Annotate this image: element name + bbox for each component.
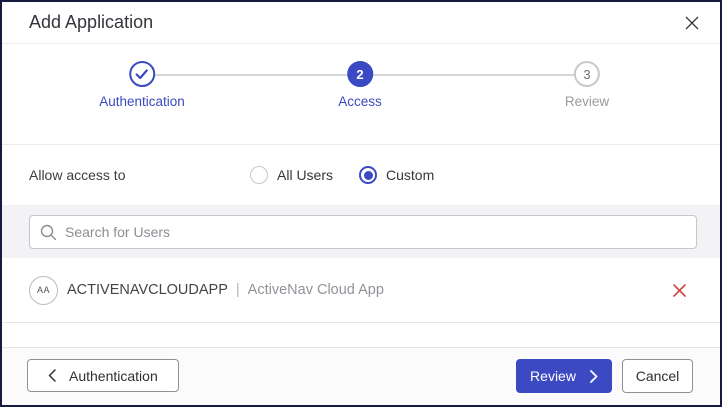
radio-custom-label: Custom	[386, 167, 435, 183]
close-button[interactable]	[680, 11, 704, 35]
dialog-footer: Authentication Review Cancel	[2, 347, 720, 405]
allow-access-row: Allow access to All Users Custom	[2, 145, 720, 205]
step-review[interactable]: 3 Review	[565, 61, 609, 109]
dialog-title: Add Application	[29, 12, 154, 32]
review-button[interactable]: Review	[516, 359, 612, 393]
add-application-dialog: Add Application Authentication 2 Access …	[0, 0, 722, 407]
step-access[interactable]: 2 Access	[338, 61, 382, 109]
step-number-indicator: 3	[573, 61, 600, 87]
step-number-indicator: 2	[346, 61, 373, 87]
stepper: Authentication 2 Access 3 Review	[2, 44, 720, 145]
access-radio-group: All Users Custom	[250, 166, 434, 184]
remove-x-icon	[672, 283, 686, 297]
user-list-item: AA ACTIVENAVCLOUDAPP | ActiveNav Cloud A…	[2, 258, 720, 323]
user-name: ACTIVENAVCLOUDAPP	[67, 282, 228, 298]
back-authentication-button[interactable]: Authentication	[27, 359, 179, 392]
check-icon	[135, 68, 149, 80]
radio-custom[interactable]: Custom	[359, 166, 434, 184]
step-label-review: Review	[564, 94, 610, 109]
step-completed-indicator	[129, 61, 155, 87]
search-input[interactable]	[65, 224, 686, 240]
cancel-button[interactable]: Cancel	[622, 359, 693, 393]
search-icon	[40, 224, 57, 241]
allow-access-label: Allow access to	[29, 167, 126, 183]
review-button-label: Review	[530, 368, 576, 384]
avatar: AA	[29, 275, 58, 305]
step-label-authentication: Authentication	[99, 94, 185, 109]
remove-user-button[interactable]	[668, 279, 690, 301]
close-icon	[685, 16, 699, 30]
step-authentication[interactable]: Authentication	[99, 61, 185, 109]
radio-unselected-icon	[250, 166, 268, 184]
user-description: ActiveNav Cloud App	[247, 282, 384, 298]
radio-all-users-label: All Users	[277, 167, 334, 183]
back-button-label: Authentication	[69, 367, 158, 384]
radio-all-users[interactable]: All Users	[250, 166, 333, 184]
step-label-access: Access	[338, 94, 382, 109]
chevron-left-icon	[48, 369, 56, 382]
search-band	[2, 205, 720, 258]
radio-selected-icon	[359, 166, 378, 184]
user-separator: |	[235, 282, 240, 298]
chevron-right-icon	[590, 369, 598, 383]
dialog-header: Add Application	[2, 2, 720, 44]
search-box[interactable]	[29, 215, 697, 249]
